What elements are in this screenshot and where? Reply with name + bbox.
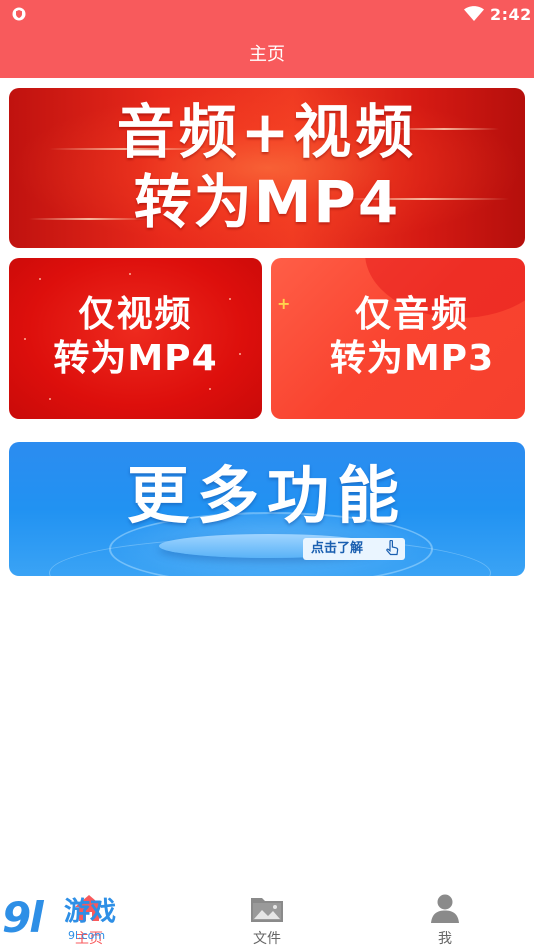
person-icon — [431, 894, 459, 923]
banner-line-2: 转为MP4 — [133, 168, 401, 236]
shield-icon — [12, 7, 26, 21]
banner-line-1: 音频+视频 — [116, 98, 418, 166]
banner-line-2: 转为MP3 — [329, 338, 495, 379]
wifi-icon — [464, 6, 484, 21]
site-watermark: 9l 游戏 9l.com — [2, 893, 142, 947]
learn-more-button[interactable]: 点击了解 — [303, 538, 405, 560]
tab-label: 我 — [438, 931, 452, 947]
watermark-text: 游戏 — [64, 897, 117, 927]
sparkle-dot — [129, 273, 131, 275]
banner-title: 更多功能 — [126, 459, 407, 532]
more-features-banner[interactable]: 更多功能 点击了解 — [9, 442, 525, 576]
tab-files[interactable]: 文件 — [178, 884, 356, 949]
status-bar: 2:42 — [0, 0, 534, 28]
sparkle-dot — [49, 398, 51, 400]
sparkle-dot — [39, 278, 41, 280]
watermark-number: 9l — [2, 893, 44, 942]
learn-more-label: 点击了解 — [311, 541, 364, 556]
sparkle-dot — [209, 388, 211, 390]
tab-label: 文件 — [253, 931, 281, 947]
page-title: 主页 — [249, 44, 285, 65]
watermark-site: 9l.com — [68, 929, 106, 942]
tab-me[interactable]: 我 — [356, 884, 534, 949]
image-folder-icon — [251, 898, 283, 922]
audio-only-to-mp3-banner[interactable]: + 仅音频 转为MP3 — [271, 258, 525, 419]
banner-line-1: 仅音频 — [354, 294, 469, 335]
status-time: 2:42 — [490, 5, 532, 24]
banner-line-1: 仅视频 — [78, 294, 193, 335]
pointer-hand-icon — [386, 540, 399, 556]
app-header: 主页 — [0, 28, 534, 78]
audio-video-to-mp4-banner[interactable]: 音频+视频 转为MP4 — [9, 88, 525, 248]
video-only-to-mp4-banner[interactable]: 仅视频 转为MP4 — [9, 258, 262, 419]
banner-line-2: 转为MP4 — [53, 338, 218, 379]
